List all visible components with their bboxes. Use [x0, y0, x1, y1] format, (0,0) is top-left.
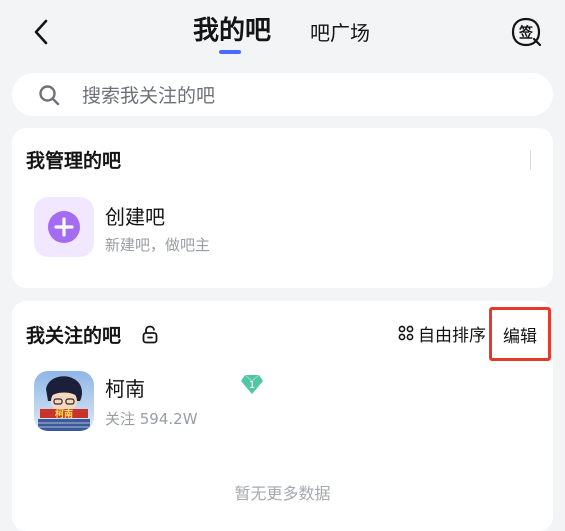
- edit-label: 编辑: [503, 326, 537, 347]
- top-bar: 我的吧 吧广场 签: [0, 0, 565, 64]
- managed-forums-title: 我管理的吧: [26, 150, 122, 172]
- sign-in-icon: 签: [511, 17, 542, 47]
- forum-name: 柯南: [105, 377, 145, 401]
- active-tab-indicator: [219, 50, 241, 54]
- free-sort-button[interactable]: 自由排序: [398, 320, 486, 346]
- grid-icon: [398, 325, 414, 341]
- sign-in-button[interactable]: 签: [510, 16, 542, 48]
- back-button[interactable]: [26, 14, 56, 50]
- lock-icon[interactable]: [141, 324, 159, 344]
- search-bar[interactable]: [12, 73, 553, 116]
- free-sort-label: 自由排序: [418, 325, 486, 346]
- edit-button[interactable]: 编辑: [489, 307, 551, 361]
- tab-my-forums[interactable]: 我的吧: [190, 12, 274, 52]
- create-forum-button[interactable]: [34, 197, 94, 257]
- create-forum-subtitle: 新建吧，做吧主: [105, 236, 211, 254]
- chevron-left-icon: [34, 19, 48, 45]
- search-icon: [39, 85, 60, 106]
- tab-forum-square[interactable]: 吧广场: [310, 17, 380, 49]
- forum-avatar-image: 柯南: [34, 371, 94, 431]
- create-forum-label[interactable]: 创建吧: [105, 201, 165, 230]
- forum-avatar: 柯南: [34, 371, 94, 431]
- forum-level-number: 1: [249, 380, 255, 391]
- divider: [530, 150, 531, 170]
- followed-forums-card: 我关注的吧 自由排序 编辑 柯南 柯南 1 关注 594.2W 暂无更多数据: [12, 301, 553, 531]
- level-badge-icon: 1: [241, 374, 263, 394]
- plus-circle-icon: [48, 211, 80, 243]
- managed-forums-card: 我管理的吧 创建吧 新建吧，做吧主: [12, 128, 553, 288]
- forum-avatar-logo-text: 柯南: [55, 408, 73, 420]
- followed-forums-title: 我关注的吧: [26, 325, 122, 347]
- sign-icon-glyph: 签: [518, 25, 534, 42]
- forum-follower-count: 关注 594.2W: [105, 410, 198, 428]
- no-more-data-text: 暂无更多数据: [234, 484, 331, 503]
- forum-list-item[interactable]: 柯南 柯南 1 关注 594.2W: [34, 371, 534, 431]
- search-input[interactable]: [80, 79, 524, 112]
